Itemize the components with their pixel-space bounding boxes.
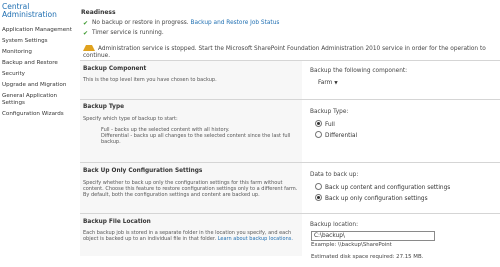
check-icon: ✔: [83, 20, 89, 27]
nav-item-backup-and-restore[interactable]: Backup and Restore: [2, 60, 76, 67]
left-nav: Central Administration Application Manag…: [0, 0, 78, 267]
differential-desc: Differential - backs up all changes to t…: [101, 133, 291, 145]
readiness-title: Readiness: [81, 9, 116, 16]
radio-content-and-config-control[interactable]: [315, 183, 322, 190]
backup-type-title: Backup Type: [83, 104, 125, 110]
nav-title[interactable]: Central Administration: [2, 3, 76, 19]
readiness-text: Administration service is stopped. Start…: [83, 46, 486, 59]
data-to-backup-label: Data to back up:: [310, 172, 359, 178]
readiness-text: No backup or restore in progress.: [92, 20, 189, 26]
backup-type-label: Backup Type:: [310, 109, 349, 115]
estimated-disk-space: Estimated disk space required: 27.15 MB.: [311, 254, 424, 260]
backup-location-label: Backup location:: [310, 222, 359, 228]
radio-content-and-config-label: Back up content and configuration settin…: [325, 185, 451, 191]
left-panel-bg: [80, 60, 302, 256]
readiness-row-admin: Administration service is stopped. Start…: [83, 39, 495, 60]
divider: [80, 60, 500, 61]
config-only-title: Back Up Only Configuration Settings: [83, 168, 203, 174]
divider: [80, 213, 500, 214]
backup-location-input[interactable]: C:\backup\: [311, 231, 435, 241]
chevron-down-icon: ▼: [334, 81, 338, 86]
backup-type-intro: Specify which type of backup to start:: [83, 116, 178, 122]
check-icon: ✔: [83, 30, 89, 37]
nav-item-application-management[interactable]: Application Management: [2, 27, 76, 34]
nav-item-configuration-wizards[interactable]: Configuration Wizards: [2, 111, 76, 118]
backup-component-desc: This is the top level item you have chos…: [83, 77, 217, 83]
backup-type-desc: Specify which type of backup to start: F…: [83, 116, 298, 145]
radio-full-label: Full: [325, 122, 335, 128]
nav-item-monitoring[interactable]: Monitoring: [2, 49, 76, 56]
config-only-desc: Specify whether to back up only the conf…: [83, 180, 298, 198]
radio-differential-label: Differential: [325, 133, 358, 139]
radio-config-only[interactable]: Back up only configuration settings: [315, 194, 428, 202]
divider: [80, 99, 500, 100]
nav-item-general-application-settings[interactable]: General Application Settings: [2, 93, 76, 106]
radio-full[interactable]: Full: [315, 120, 335, 128]
backup-location-example: Example: \\backup\SharePoint: [311, 242, 392, 248]
nav-item-security[interactable]: Security: [2, 71, 76, 78]
radio-content-and-config[interactable]: Back up content and configuration settin…: [315, 183, 450, 191]
backup-component-title: Backup Component: [83, 66, 147, 72]
component-value: Farm: [318, 80, 333, 86]
readiness-row-backup: ✔ No backup or restore in progress. Backu…: [83, 20, 279, 27]
radio-config-only-control[interactable]: [315, 194, 322, 201]
file-location-desc: Each backup job is stored in a separate …: [83, 230, 298, 242]
radio-differential[interactable]: Differential: [315, 131, 357, 139]
warning-icon: [83, 39, 95, 51]
readiness-text: Timer service is running.: [92, 30, 164, 36]
job-status-link[interactable]: Backup and Restore Job Status: [190, 20, 279, 26]
radio-differential-control[interactable]: [315, 131, 322, 138]
component-dropdown[interactable]: Farm ▼: [318, 80, 338, 86]
nav-item-system-settings[interactable]: System Settings: [2, 38, 76, 45]
radio-config-only-label: Back up only configuration settings: [325, 196, 428, 202]
backup-component-label: Backup the following component:: [310, 68, 408, 74]
radio-full-control[interactable]: [315, 120, 322, 127]
backup-locations-link[interactable]: Learn about backup locations.: [218, 236, 293, 242]
nav-item-upgrade-and-migration[interactable]: Upgrade and Migration: [2, 82, 76, 89]
file-location-title: Backup File Location: [83, 219, 151, 225]
divider: [80, 162, 500, 163]
readiness-row-timer: ✔ Timer service is running.: [83, 30, 164, 37]
